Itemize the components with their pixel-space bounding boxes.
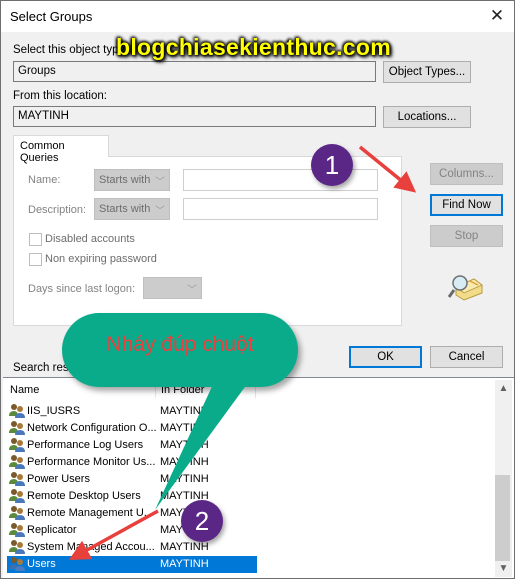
disabled-accounts-checkbox[interactable] (29, 233, 42, 246)
stop-button[interactable]: Stop (430, 225, 503, 247)
location-label: From this location: (13, 90, 107, 102)
group-icon (8, 420, 26, 436)
non-expiring-password-checkbox[interactable] (29, 253, 42, 266)
group-name: Users (27, 558, 56, 570)
group-name: Remote Management U... (27, 507, 153, 519)
group-name: IIS_IUSRS (27, 405, 81, 417)
search-results-list: Name In Folder IIS_IUSRS MAYTINH Network… (3, 377, 514, 578)
search-directory-icon (448, 275, 483, 301)
list-item[interactable]: IIS_IUSRS MAYTINH (7, 403, 257, 420)
name-mode-select[interactable]: Starts with ﹀ (94, 169, 170, 191)
group-name: Network Configuration O... (27, 422, 157, 434)
group-folder: MAYTINH (160, 473, 209, 485)
scroll-up-icon[interactable]: ▲ (495, 380, 512, 397)
group-name: Performance Log Users (27, 439, 144, 451)
group-name: System Managed Accou... (27, 541, 155, 553)
group-icon (8, 403, 26, 419)
step-1-badge: 1 (311, 144, 353, 186)
days-since-logon-select[interactable]: ﹀ (143, 277, 202, 299)
group-name: Remote Desktop Users (27, 490, 141, 502)
description-mode-select[interactable]: Starts with ﹀ (94, 198, 170, 220)
dialog-title: Select Groups (10, 9, 93, 24)
group-icon (8, 522, 26, 538)
vertical-scrollbar[interactable]: ▲ ▼ (495, 380, 512, 577)
list-item[interactable]: Users MAYTINH (7, 556, 257, 573)
callout-bubble: Nháy đúp chuột (62, 313, 298, 387)
group-folder: MAYTINH (160, 439, 209, 451)
group-folder: MAYTINH (160, 456, 209, 468)
group-folder: MAYTINH (160, 541, 209, 553)
group-folder: MAYTINH (160, 558, 209, 570)
ok-button[interactable]: OK (349, 346, 422, 368)
find-now-button[interactable]: Find Now (430, 194, 503, 216)
days-since-logon-label: Days since last logon: (28, 283, 135, 295)
locations-button[interactable]: Locations... (383, 106, 471, 128)
name-label: Name: (28, 174, 61, 186)
columns-button[interactable]: Columns... (430, 163, 503, 185)
description-label: Description: (28, 204, 87, 216)
list-item[interactable]: Network Configuration O... MAYTINH (7, 420, 257, 437)
step-2-badge: 2 (181, 500, 223, 542)
location-field: MAYTINH (13, 106, 376, 127)
list-item[interactable]: Performance Log Users MAYTINH (7, 437, 257, 454)
group-icon (8, 471, 26, 487)
close-icon[interactable]: ✕ (486, 6, 508, 26)
list-item[interactable]: Remote Desktop Users MAYTINH (7, 488, 257, 505)
tab-common-queries[interactable]: Common Queries (13, 135, 109, 164)
list-item[interactable]: Power Users MAYTINH (7, 471, 257, 488)
list-item[interactable]: Performance Monitor Us... MAYTINH (7, 454, 257, 471)
description-input[interactable] (183, 198, 378, 220)
group-icon (8, 488, 26, 504)
callout-text: Nháy đúp chuột (106, 333, 254, 356)
group-folder: MAYTINH (160, 405, 209, 417)
group-folder: MAYTINH (160, 422, 209, 434)
chevron-down-icon: ﹀ (187, 285, 197, 296)
description-mode-value: Starts with (99, 203, 151, 215)
chevron-down-icon: ﹀ (155, 206, 165, 217)
select-groups-dialog: Select Groups ✕ Select this object type:… (0, 0, 515, 579)
group-name: Power Users (27, 473, 90, 485)
name-mode-value: Starts with (99, 174, 151, 186)
chevron-down-icon: ﹀ (155, 177, 165, 188)
scroll-down-icon[interactable]: ▼ (495, 560, 512, 577)
list-item[interactable]: System Managed Accou... MAYTINH (7, 539, 257, 556)
group-icon (8, 539, 26, 555)
scroll-thumb[interactable] (495, 475, 510, 561)
disabled-accounts-label: Disabled accounts (45, 233, 135, 245)
group-name: Performance Monitor Us... (27, 456, 156, 468)
cancel-button[interactable]: Cancel (430, 346, 503, 368)
group-icon (8, 505, 26, 521)
group-icon (8, 454, 26, 470)
non-expiring-password-label: Non expiring password (45, 253, 157, 265)
column-header-name[interactable]: Name (10, 384, 39, 396)
object-types-button[interactable]: Object Types... (383, 61, 471, 83)
group-icon (8, 556, 26, 572)
group-name: Replicator (27, 524, 77, 536)
title-bar: Select Groups ✕ (1, 1, 514, 32)
watermark: blogchiasekienthuc.com (116, 34, 391, 60)
object-type-field: Groups (13, 61, 376, 82)
object-type-label: Select this object type: (13, 44, 129, 56)
group-icon (8, 437, 26, 453)
